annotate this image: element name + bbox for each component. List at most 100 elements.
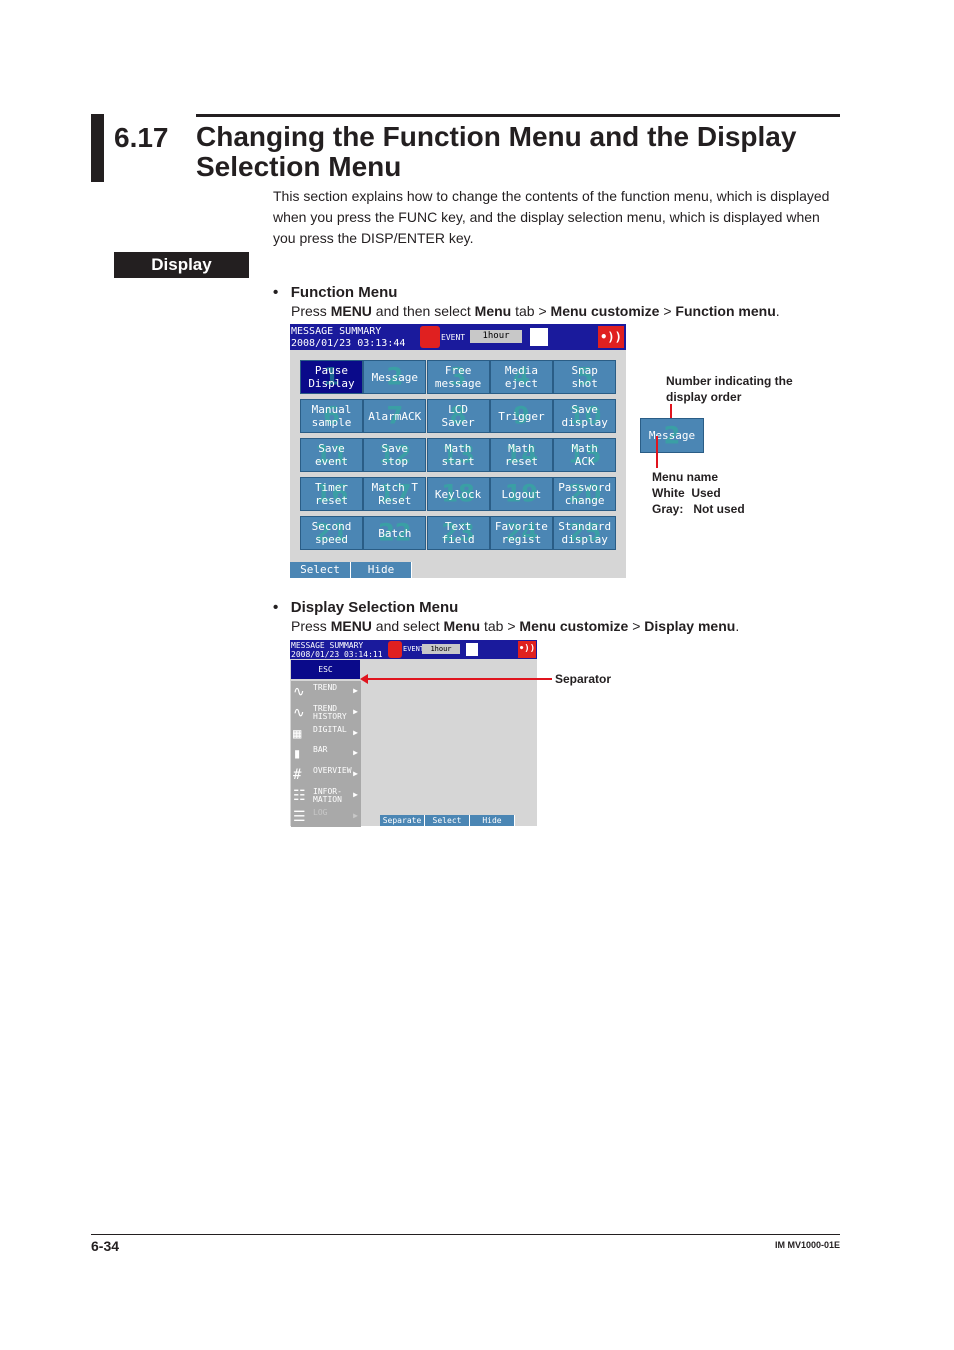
button-label: Pause Display [308, 364, 355, 390]
function-menu-button[interactable]: 13 Math start [426, 438, 490, 472]
event-label: EVENT [441, 333, 466, 342]
function-menu-button[interactable]: 5 Snap shot [553, 360, 617, 394]
function-menu-button[interactable]: 18 Keylock [426, 477, 490, 511]
function-menu-button[interactable]: 11 Save event [300, 438, 363, 472]
item-label: OVERVIEW [313, 766, 352, 776]
screen-title: MESSAGE SUMMARY [291, 641, 364, 650]
button-label: Math ACK [571, 442, 598, 468]
function-menu-button[interactable]: 17 Match T Reset [363, 477, 427, 511]
button-label: Text field [441, 520, 475, 546]
button-label: Save display [561, 403, 608, 429]
hide-softkey[interactable]: Hide [470, 815, 515, 826]
overview-icon: # [293, 767, 302, 784]
function-menu-button[interactable]: 9 Trigger [489, 399, 553, 433]
display-menu-item[interactable]: ☰ LOG ▶ [291, 805, 361, 827]
screen-datetime: 2008/01/23 03:14:11 [291, 650, 383, 659]
function-menu-button[interactable]: 3 Free message [426, 360, 490, 394]
function-menu-button[interactable]: 14 Math reset [489, 438, 553, 472]
button-label: Timer reset [314, 481, 349, 507]
section-marker [91, 114, 104, 182]
text: tab > [480, 618, 520, 634]
display-menu-heading: • Display Selection Menu [273, 599, 459, 616]
display-menu-item[interactable]: # OVERVIEW ▶ [291, 764, 361, 786]
interval-field: 1hour [470, 330, 522, 343]
stop-icon [420, 326, 440, 348]
function-menu-button[interactable]: 10 Save display [553, 399, 617, 433]
text: Press [291, 303, 331, 319]
text: Menu customize [550, 303, 660, 319]
esc-item[interactable]: ESC [291, 660, 360, 679]
trend-history-icon: ∿ [293, 704, 305, 721]
separate-softkey[interactable]: Separate [380, 815, 425, 826]
button-label: Logout [501, 487, 542, 501]
footer-rule [91, 1234, 840, 1235]
text: Press [291, 618, 331, 634]
item-label: LOG [313, 807, 328, 817]
screen-datetime: 2008/01/23 03:13:44 [291, 338, 406, 349]
function-menu-button[interactable]: 19 Logout [489, 477, 553, 511]
function-menu-screen: MESSAGE SUMMARY 2008/01/23 03:13:44 EVEN… [290, 324, 626, 578]
text: White Used [652, 486, 721, 500]
chevron-right-icon: ▶ [353, 727, 358, 737]
pointer-line [656, 436, 658, 468]
button-label: Snap shot [571, 364, 598, 390]
button-label: Password change [558, 481, 612, 507]
chevron-right-icon: ▶ [353, 686, 358, 695]
function-menu-button[interactable]: 1 Pause Display [300, 360, 363, 394]
function-menu-button[interactable]: 7 AlarmACK [363, 399, 427, 433]
function-menu-button[interactable]: 25 Standard display [553, 516, 617, 550]
text: and select [371, 618, 444, 634]
function-menu-button[interactable]: 4 Media eject [489, 360, 553, 394]
text: Menu [443, 618, 481, 634]
text: MENU [330, 303, 372, 319]
text: > [628, 618, 645, 634]
bar-chart-icon: ▮ [293, 746, 302, 763]
function-menu-button[interactable]: 15 Math ACK [553, 438, 617, 472]
chevron-right-icon: ▶ [353, 790, 358, 799]
button-label: Math reset [504, 442, 538, 468]
header-rule [196, 114, 840, 117]
button-label: Standard display [558, 520, 612, 546]
manual-page: 6.17 Changing the Function Menu and the … [0, 0, 954, 1350]
button-label: Favorite regist [494, 520, 548, 546]
button-label: Free message [434, 364, 482, 390]
function-menu-button[interactable]: 12 Save stop [363, 438, 427, 472]
chevron-right-icon: ▶ [353, 706, 358, 716]
function-menu-button[interactable]: 20 Password change [553, 477, 617, 511]
item-label: DIGITAL [313, 724, 347, 734]
event-label: EVENT [403, 645, 425, 653]
doc-id: IM MV1000-01E [774, 1240, 840, 1250]
display-menu-item[interactable]: ∿ TREND HISTORY ▶ [291, 701, 361, 723]
function-menu-button[interactable]: 24 Favorite regist [489, 516, 553, 550]
display-menu-item[interactable]: ▦ DIGITAL ▶ [291, 722, 361, 744]
function-menu-button[interactable]: 6 Manual sample [300, 399, 363, 433]
select-softkey[interactable]: Select [425, 815, 470, 826]
function-menu-button[interactable]: 2 Message [363, 360, 427, 394]
separator-note: Separator [555, 672, 612, 686]
function-menu-button[interactable]: 16 Timer reset [300, 477, 363, 511]
function-menu-button[interactable]: 22 Batch [363, 516, 427, 550]
function-menu-button[interactable]: 8 LCD Saver [426, 399, 490, 433]
display-menu-item[interactable]: ☷ INFOR- MATION ▶ [291, 785, 361, 806]
name-note: Menu name White Used Gray: Not used [652, 469, 745, 517]
status-bar: MESSAGE SUMMARY 2008/01/23 03:14:11 EVEN… [290, 640, 537, 659]
sample-menu-button: 2 Message [640, 418, 704, 453]
select-softkey[interactable]: Select [290, 562, 351, 578]
digital-icon: ▦ [293, 725, 302, 742]
hide-softkey[interactable]: Hide [351, 562, 412, 578]
button-label: Match T Reset [371, 481, 418, 507]
section-title: Changing the Function Menu and the Displ… [196, 121, 797, 182]
chevron-right-icon: ▶ [353, 769, 358, 779]
display-menu-item[interactable]: ∿ TREND ▶ [291, 681, 361, 702]
text: Menu customize [519, 618, 629, 634]
function-menu-button[interactable]: 23 Text field [426, 516, 490, 550]
function-menu-button[interactable]: 21 Second speed [300, 516, 363, 550]
log-icon: ☰ [293, 808, 306, 825]
display-label: Display [114, 252, 249, 278]
number-note: Number indicating the display order [666, 374, 793, 404]
display-menu-item[interactable]: ▮ BAR ▶ [291, 743, 361, 765]
separator-arrow [364, 678, 552, 680]
display-menu-instruction: Press MENU and select Menu tab > Menu cu… [291, 618, 739, 634]
item-label: TREND [313, 683, 338, 692]
display-menu-screen: MESSAGE SUMMARY 2008/01/23 03:14:11 EVEN… [290, 640, 537, 827]
